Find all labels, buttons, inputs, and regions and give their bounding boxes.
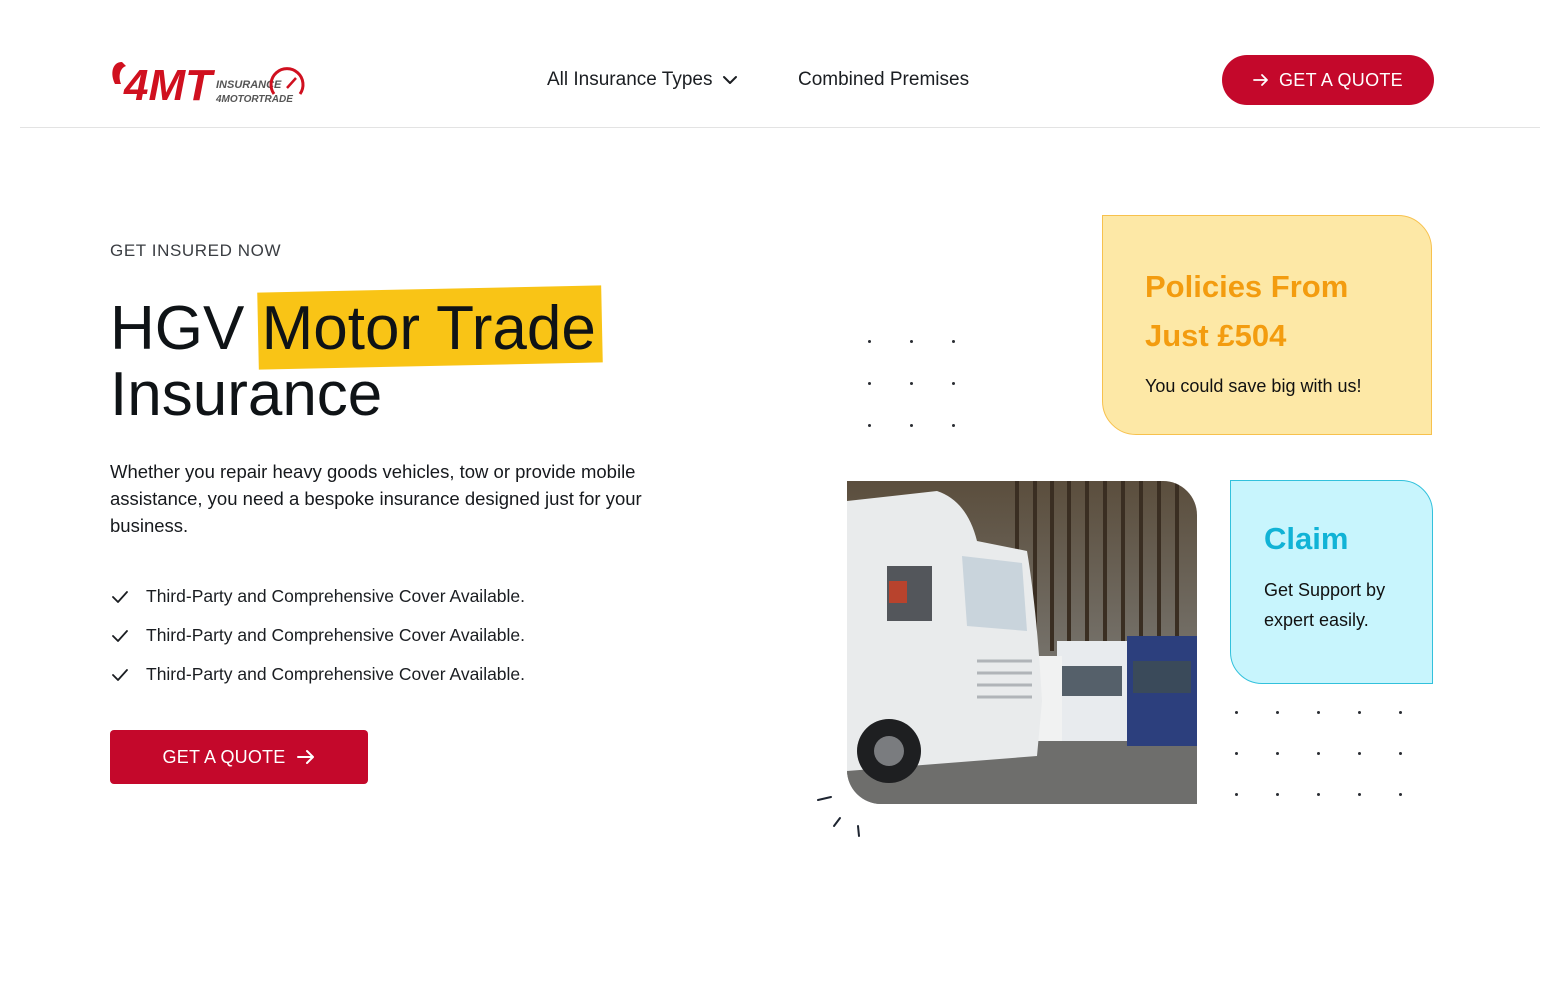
check-icon [112, 668, 128, 681]
hero-eyebrow: GET INSURED NOW [110, 241, 282, 260]
brand-logo[interactable]: 4MT INSURANCE 4MOTORTRADE [110, 50, 310, 110]
sparkle-icon [817, 796, 860, 837]
button-label: GET A QUOTE [1278, 69, 1403, 90]
hgv-truck-image [847, 481, 1197, 804]
header-get-quote-button[interactable]: GET A QUOTE [1222, 55, 1434, 105]
decorative-dot-grid [868, 340, 955, 427]
title-highlight-text: Motor Trade [261, 294, 596, 363]
feature-text: Third-Party and Comprehensive Cover Avai… [146, 625, 526, 645]
policy-card-title: Policies From Just £504 [1145, 262, 1389, 360]
hero-title: HGV Motor Trade Insurance [110, 285, 603, 429]
feature-text: Third-Party and Comprehensive Cover Avai… [146, 586, 526, 606]
policy-card-subtitle: You could save big with us! [1145, 376, 1362, 396]
title-suffix: Insurance [110, 360, 383, 429]
svg-text:4MT: 4MT [123, 61, 215, 110]
claim-card[interactable]: Claim Get Support by expert easily. [1230, 480, 1433, 684]
policy-title-line: Policies From [1145, 269, 1349, 304]
title-prefix: HGV [110, 294, 245, 363]
nav-all-insurance-types[interactable]: All Insurance Types [547, 66, 738, 94]
svg-text:4MOTORTRADE: 4MOTORTRADE [215, 94, 293, 105]
feature-item: Third-Party and Comprehensive Cover Avai… [110, 616, 525, 655]
logo-mark: 4MT INSURANCE 4MOTORTRADE [112, 61, 305, 110]
nav-label: Combined Premises [798, 69, 970, 90]
hero-get-quote-button[interactable]: GET A QUOTE [110, 730, 368, 784]
arrow-right-icon [1253, 74, 1268, 86]
policy-price-card: Policies From Just £504 You could save b… [1102, 215, 1432, 435]
nav-label: All Insurance Types [547, 69, 713, 90]
decorative-dot-grid [1235, 711, 1402, 796]
feature-item: Third-Party and Comprehensive Cover Avai… [110, 577, 525, 616]
claim-card-subtitle: Get Support by expert easily. [1264, 580, 1386, 630]
check-icon [112, 629, 128, 642]
header-divider [20, 127, 1540, 128]
feature-list: Third-Party and Comprehensive Cover Avai… [110, 577, 525, 694]
hero-description: Whether you repair heavy goods vehicles,… [110, 461, 642, 536]
arrow-right-icon [297, 750, 315, 764]
nav-combined-premises[interactable]: Combined Premises [798, 66, 969, 94]
button-label: GET A QUOTE [162, 746, 286, 767]
policy-title-line: Just £504 [1145, 318, 1287, 353]
chevron-down-icon [723, 76, 738, 84]
feature-item: Third-Party and Comprehensive Cover Avai… [110, 655, 525, 694]
feature-text: Third-Party and Comprehensive Cover Avai… [146, 664, 526, 684]
check-icon [112, 590, 128, 603]
claim-card-title: Claim [1264, 521, 1349, 556]
title-highlight: Motor Trade [256, 285, 603, 370]
